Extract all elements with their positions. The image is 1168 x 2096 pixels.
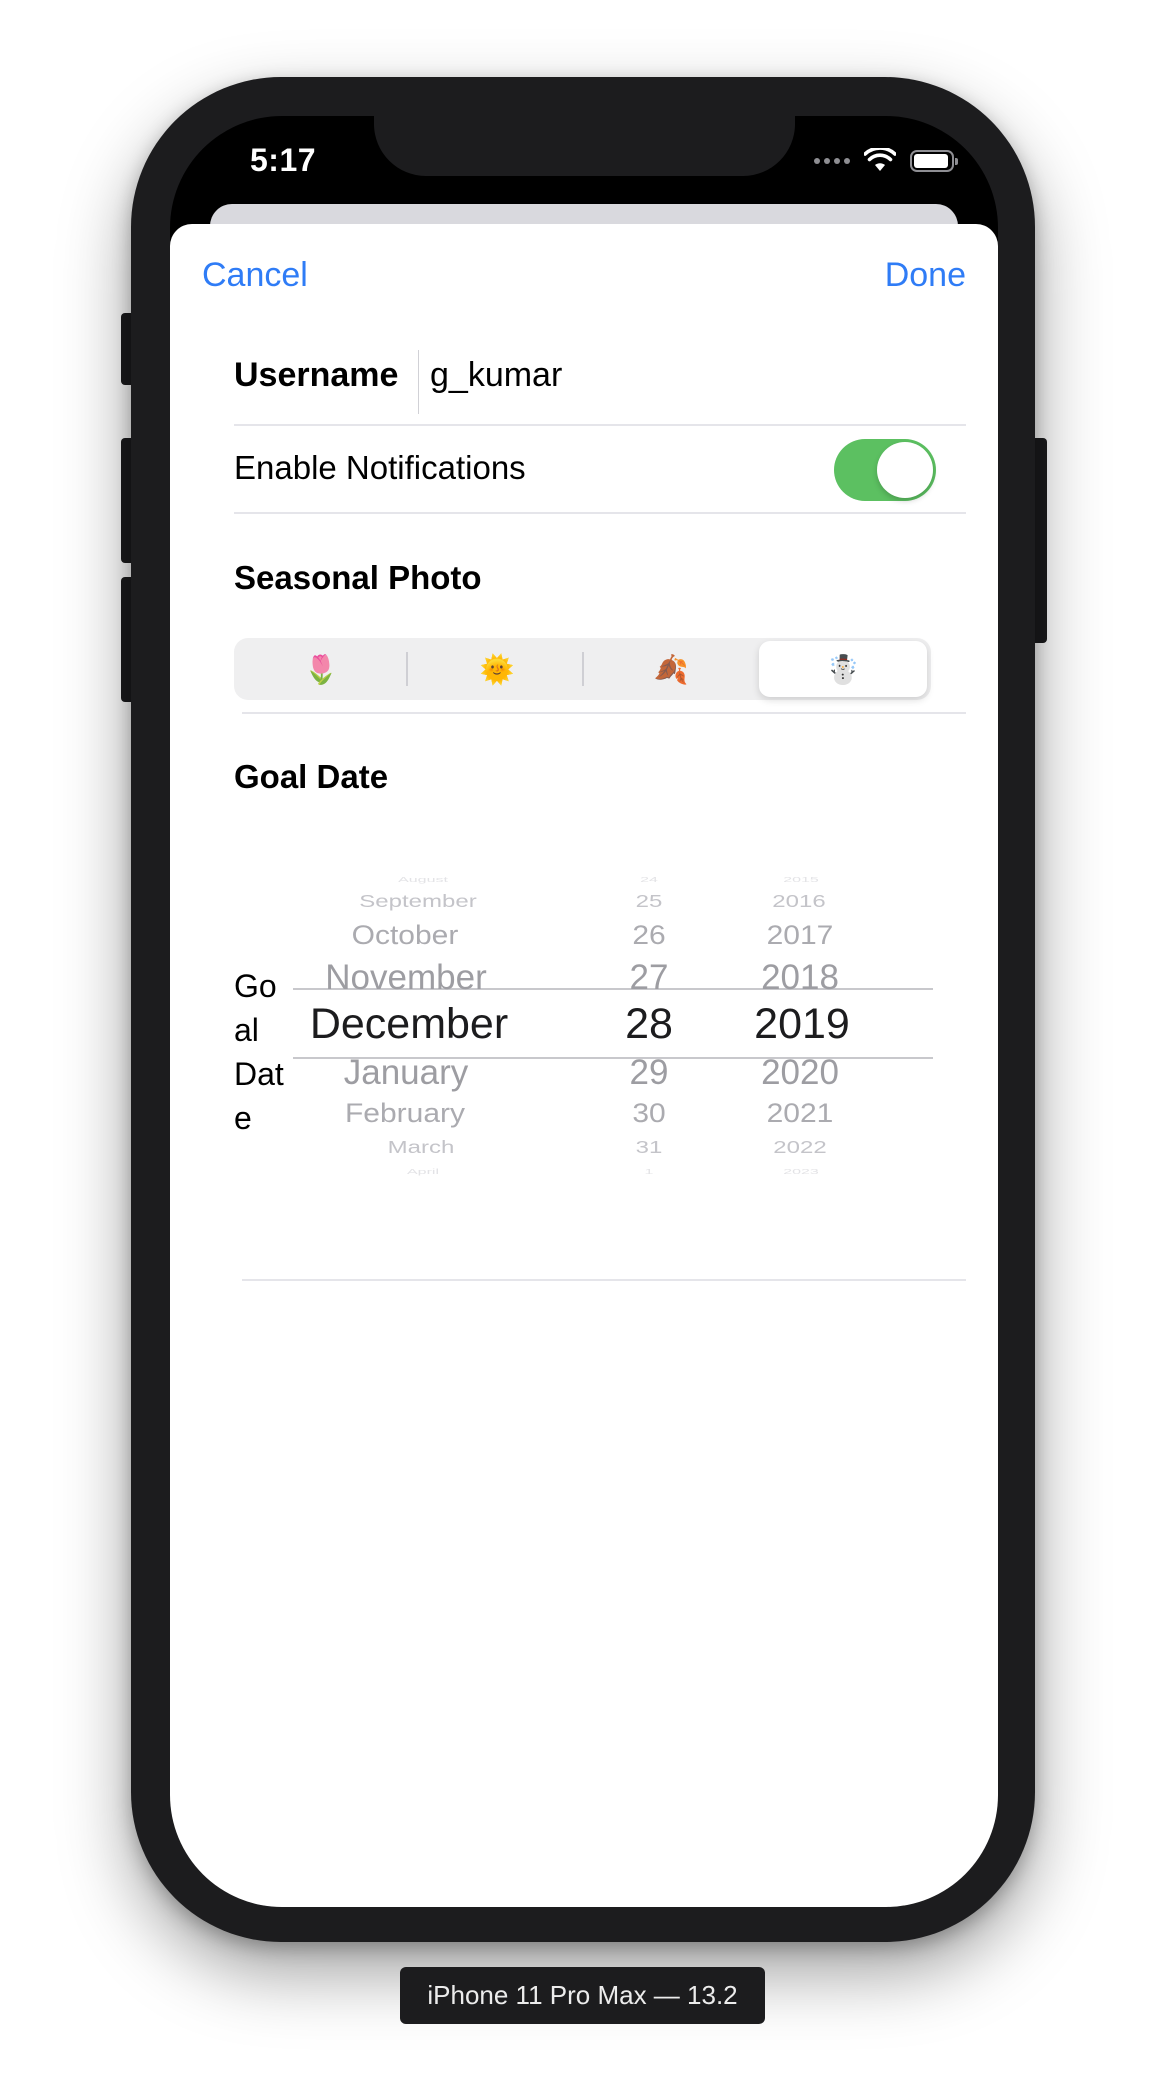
seasonal-photo-label: Seasonal Photo [234, 559, 482, 596]
battery-icon [910, 150, 958, 172]
picker-month-option[interactable]: February [345, 1098, 465, 1129]
row-divider [234, 512, 966, 514]
picker-day-option[interactable]: 26 [632, 920, 665, 951]
row-divider [242, 1279, 966, 1281]
picker-day-option[interactable]: 31 [636, 1138, 663, 1158]
picker-month-option[interactable]: August [398, 876, 448, 884]
sun-face-icon[interactable]: 🌞 [410, 638, 584, 700]
device-label: iPhone 11 Pro Max — 13.2 [400, 1967, 765, 2024]
row-divider [242, 712, 966, 714]
picker-year-option[interactable]: 2016 [772, 892, 825, 912]
goal-date-picker[interactable]: August September October November December Ja… [293, 872, 933, 1228]
picker-year-option[interactable]: 2020 [761, 1053, 839, 1093]
picker-month-option[interactable]: October [352, 920, 459, 951]
username-input[interactable]: g_kumar [430, 356, 562, 395]
notch [374, 116, 795, 176]
picker-year-option[interactable]: 2023 [783, 1168, 819, 1176]
settings-sheet: Cancel Done Username g_kumar Enable Noti… [170, 224, 998, 1907]
field-separator [418, 350, 419, 414]
row-divider [234, 424, 966, 426]
picker-day-option[interactable]: 1 [645, 1168, 654, 1176]
season-segmented-control: 🌷 🌞 🍂 ☃️ [234, 638, 931, 700]
picker-month-option[interactable]: November [325, 958, 486, 998]
picker-year-option[interactable]: 2015 [783, 876, 819, 884]
snowman-icon[interactable]: ☃️ [759, 641, 927, 697]
picker-month-option[interactable]: January [344, 1053, 469, 1093]
picker-month-option[interactable]: September [359, 892, 476, 912]
status-icons [814, 146, 958, 176]
tulip-icon[interactable]: 🌷 [234, 638, 408, 700]
username-row: Username g_kumar [234, 342, 966, 414]
fallen-leaf-icon[interactable]: 🍂 [584, 638, 758, 700]
notifications-label: Enable Notifications [234, 449, 526, 486]
picker-selected-year[interactable]: 2019 [754, 1000, 850, 1049]
username-label: Username [234, 356, 399, 394]
cancel-button[interactable]: Cancel [202, 256, 308, 295]
picker-year-option[interactable]: 2021 [767, 1098, 834, 1129]
wifi-icon [864, 148, 896, 171]
goal-date-picker-label: Goal Date [234, 968, 284, 1136]
picker-month-option[interactable]: March [388, 1138, 455, 1158]
goal-date-header: Goal Date [234, 758, 389, 795]
picker-year-option[interactable]: 2017 [767, 920, 834, 951]
picker-selected-month[interactable]: December [310, 1000, 508, 1049]
picker-selected-day[interactable]: 28 [625, 1000, 673, 1049]
picker-day-option[interactable]: 30 [632, 1098, 665, 1129]
toggle-knob [877, 442, 933, 498]
cellular-signal-icon [814, 158, 850, 164]
picker-month-option[interactable]: April [407, 1168, 439, 1176]
picker-day-option[interactable]: 25 [636, 892, 663, 912]
status-time: 5:17 [250, 142, 317, 178]
notifications-toggle[interactable] [834, 439, 936, 501]
picker-year-option[interactable]: 2018 [761, 958, 839, 998]
picker-year-option[interactable]: 2022 [773, 1138, 826, 1158]
device-screen: 5:17 Cancel Done Username g_kumar Enable… [170, 116, 998, 1907]
picker-day-option[interactable]: 24 [640, 876, 658, 884]
picker-day-option[interactable]: 27 [630, 958, 669, 998]
picker-day-option[interactable]: 29 [630, 1053, 669, 1093]
done-button[interactable]: Done [885, 256, 966, 295]
